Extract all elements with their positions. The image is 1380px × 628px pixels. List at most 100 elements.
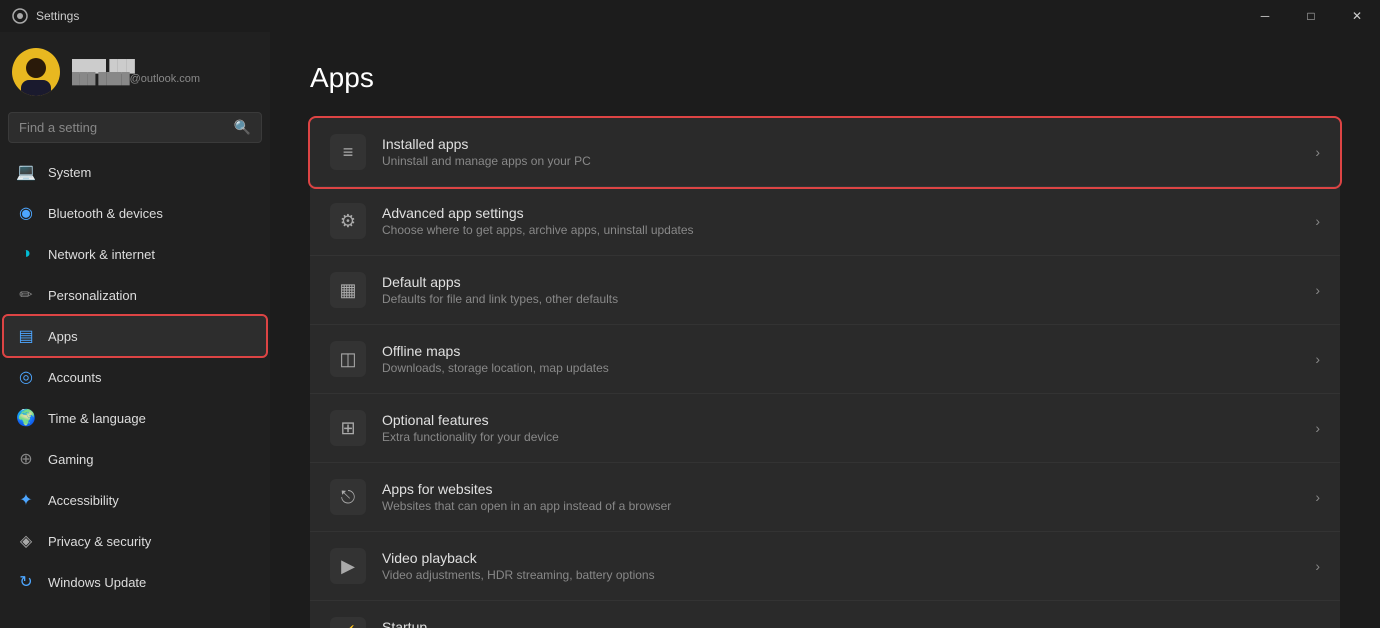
titlebar: Settings ─ □ ✕: [0, 0, 1380, 32]
privacy-icon: ◈: [16, 531, 36, 551]
sidebar-item-accessibility[interactable]: ✦ Accessibility: [4, 480, 266, 520]
avatar-head: [26, 58, 46, 78]
settings-item-offline-maps[interactable]: ◫ Offline maps Downloads, storage locati…: [310, 325, 1340, 394]
bluetooth-icon: ◉: [16, 203, 36, 223]
optional-features-title: Optional features: [382, 412, 1307, 428]
video-playback-text: Video playback Video adjustments, HDR st…: [382, 550, 1307, 582]
advanced-app-settings-desc: Choose where to get apps, archive apps, …: [382, 223, 1307, 237]
advanced-app-settings-icon: ⚙: [330, 203, 366, 239]
sidebar: ████ ███ ███ ████@outlook.com 🔍 💻 System…: [0, 32, 270, 628]
video-playback-desc: Video adjustments, HDR streaming, batter…: [382, 568, 1307, 582]
user-profile[interactable]: ████ ███ ███ ████@outlook.com: [0, 32, 270, 112]
gaming-icon: ⊕: [16, 449, 36, 469]
offline-maps-icon: ◫: [330, 341, 366, 377]
sidebar-item-privacy[interactable]: ◈ Privacy & security: [4, 521, 266, 561]
installed-apps-title: Installed apps: [382, 136, 1307, 152]
sidebar-item-label-windows-update: Windows Update: [48, 575, 146, 590]
video-playback-chevron: ›: [1315, 558, 1320, 574]
sidebar-item-label-accounts: Accounts: [48, 370, 101, 385]
sidebar-item-apps[interactable]: ▤ Apps: [4, 316, 266, 356]
sidebar-item-label-gaming: Gaming: [48, 452, 94, 467]
sidebar-item-label-apps: Apps: [48, 329, 78, 344]
sidebar-item-label-personalization: Personalization: [48, 288, 137, 303]
installed-apps-icon: ≡: [330, 134, 366, 170]
settings-item-apps-for-websites[interactable]: ⎋ Apps for websites Websites that can op…: [310, 463, 1340, 532]
sidebar-item-system[interactable]: 💻 System: [4, 152, 266, 192]
user-info: ████ ███ ███ ████@outlook.com: [72, 59, 200, 85]
nav-list: 💻 System ◉ Bluetooth & devices ◑ Network…: [0, 151, 270, 603]
search-box: 🔍: [8, 112, 262, 143]
time-icon: 🌍: [16, 408, 36, 428]
sidebar-item-label-time: Time & language: [48, 411, 146, 426]
accounts-icon: ◎: [16, 367, 36, 387]
titlebar-title: Settings: [36, 9, 79, 23]
startup-text: Startup Apps that start automatically wh…: [382, 619, 1307, 628]
apps-for-websites-chevron: ›: [1315, 489, 1320, 505]
default-apps-desc: Defaults for file and link types, other …: [382, 292, 1307, 306]
sidebar-item-label-system: System: [48, 165, 91, 180]
advanced-app-settings-chevron: ›: [1315, 213, 1320, 229]
startup-title: Startup: [382, 619, 1307, 628]
optional-features-chevron: ›: [1315, 420, 1320, 436]
page-title: Apps: [310, 62, 1340, 94]
avatar: [12, 48, 60, 96]
sidebar-item-network[interactable]: ◑ Network & internet: [4, 234, 266, 274]
sidebar-item-label-bluetooth: Bluetooth & devices: [48, 206, 163, 221]
sidebar-item-time[interactable]: 🌍 Time & language: [4, 398, 266, 438]
default-apps-title: Default apps: [382, 274, 1307, 290]
minimize-button[interactable]: ─: [1242, 0, 1288, 32]
settings-item-optional-features[interactable]: ⊞ Optional features Extra functionality …: [310, 394, 1340, 463]
offline-maps-chevron: ›: [1315, 351, 1320, 367]
avatar-figure: [12, 48, 60, 96]
settings-list: ≡ Installed apps Uninstall and manage ap…: [310, 118, 1340, 628]
settings-item-startup[interactable]: ⚡ Startup Apps that start automatically …: [310, 601, 1340, 628]
search-container: 🔍: [0, 112, 270, 151]
sidebar-item-bluetooth[interactable]: ◉ Bluetooth & devices: [4, 193, 266, 233]
close-button[interactable]: ✕: [1334, 0, 1380, 32]
sidebar-item-label-privacy: Privacy & security: [48, 534, 151, 549]
sidebar-item-personalization[interactable]: ✏ Personalization: [4, 275, 266, 315]
system-icon: 💻: [16, 162, 36, 182]
apps-icon: ▤: [16, 326, 36, 346]
offline-maps-title: Offline maps: [382, 343, 1307, 359]
advanced-app-settings-text: Advanced app settings Choose where to ge…: [382, 205, 1307, 237]
video-playback-title: Video playback: [382, 550, 1307, 566]
optional-features-icon: ⊞: [330, 410, 366, 446]
main-content: Apps ≡ Installed apps Uninstall and mana…: [270, 32, 1380, 628]
accessibility-icon: ✦: [16, 490, 36, 510]
optional-features-desc: Extra functionality for your device: [382, 430, 1307, 444]
offline-maps-text: Offline maps Downloads, storage location…: [382, 343, 1307, 375]
video-playback-icon: ▶: [330, 548, 366, 584]
apps-for-websites-icon: ⎋: [330, 479, 366, 515]
titlebar-icon: [12, 8, 28, 24]
settings-item-video-playback[interactable]: ▶ Video playback Video adjustments, HDR …: [310, 532, 1340, 601]
settings-item-installed-apps[interactable]: ≡ Installed apps Uninstall and manage ap…: [310, 118, 1340, 187]
apps-for-websites-desc: Websites that can open in an app instead…: [382, 499, 1307, 513]
apps-for-websites-text: Apps for websites Websites that can open…: [382, 481, 1307, 513]
sidebar-item-gaming[interactable]: ⊕ Gaming: [4, 439, 266, 479]
app-body: ████ ███ ███ ████@outlook.com 🔍 💻 System…: [0, 32, 1380, 628]
installed-apps-chevron: ›: [1315, 144, 1320, 160]
sidebar-item-label-network: Network & internet: [48, 247, 155, 262]
search-icon: 🔍: [234, 119, 251, 136]
advanced-app-settings-title: Advanced app settings: [382, 205, 1307, 221]
startup-icon: ⚡: [330, 617, 366, 628]
settings-item-advanced-app-settings[interactable]: ⚙ Advanced app settings Choose where to …: [310, 187, 1340, 256]
windows-update-icon: ↻: [16, 572, 36, 592]
installed-apps-desc: Uninstall and manage apps on your PC: [382, 154, 1307, 168]
network-icon: ◑: [16, 244, 36, 264]
offline-maps-desc: Downloads, storage location, map updates: [382, 361, 1307, 375]
default-apps-icon: ▦: [330, 272, 366, 308]
installed-apps-text: Installed apps Uninstall and manage apps…: [382, 136, 1307, 168]
default-apps-chevron: ›: [1315, 282, 1320, 298]
sidebar-item-windows-update[interactable]: ↻ Windows Update: [4, 562, 266, 602]
sidebar-item-label-accessibility: Accessibility: [48, 493, 119, 508]
user-name: ████ ███: [72, 59, 200, 73]
maximize-button[interactable]: □: [1288, 0, 1334, 32]
user-email: ███ ████@outlook.com: [72, 73, 200, 85]
sidebar-item-accounts[interactable]: ◎ Accounts: [4, 357, 266, 397]
avatar-body: [21, 80, 51, 96]
window-controls: ─ □ ✕: [1242, 0, 1380, 32]
search-input[interactable]: [19, 120, 226, 135]
settings-item-default-apps[interactable]: ▦ Default apps Defaults for file and lin…: [310, 256, 1340, 325]
